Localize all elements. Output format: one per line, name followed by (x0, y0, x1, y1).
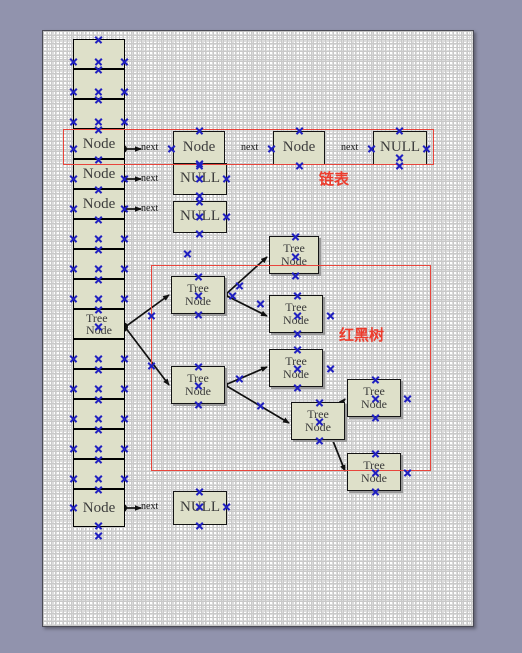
bucket-cell-5[interactable]: Node (73, 189, 125, 219)
bucket-cell-10[interactable] (73, 339, 125, 369)
bucket-cell-0[interactable] (73, 39, 125, 69)
chain1-next-label-3: next (341, 142, 359, 153)
tree-node-label: Tree Node (361, 385, 387, 410)
chain1-next-label-2: next (241, 142, 259, 153)
bucket-cell-label: Node (82, 499, 116, 516)
diagram-app: Node Node Node Tree Node Node Node Node … (0, 0, 522, 653)
tree-node-label: Tree Node (283, 355, 309, 380)
bucket-cell-6[interactable] (73, 219, 125, 249)
null-label: NULL (180, 170, 220, 187)
tree-node-lower-right-1[interactable]: Tree Node (269, 349, 323, 387)
tree-node-upper-right[interactable]: Tree Node (269, 236, 319, 274)
tree-label-line2: Node (361, 397, 387, 411)
bucket-cell-15[interactable]: Node (73, 489, 125, 527)
bucket-cell-label: Node (82, 135, 116, 152)
bucket-cell-9[interactable]: Tree Node (73, 309, 125, 339)
chain-bottom-next-label: next (141, 501, 159, 512)
tree-node-label: Tree Node (361, 459, 387, 484)
tree-label-line2: Node (305, 420, 331, 434)
null-label: NULL (180, 208, 220, 225)
tree-node-label: Tree Node (305, 408, 331, 433)
bucket-cell-4[interactable]: Node (73, 159, 125, 189)
drawing-canvas[interactable]: Node Node Node Tree Node Node Node Node … (42, 30, 474, 627)
bucket-cell-13[interactable] (73, 429, 125, 459)
tree-node-far-right-2[interactable]: Tree Node (347, 453, 401, 491)
bucket-cell-label: Tree Node (86, 312, 112, 336)
bucket-cell-11[interactable] (73, 369, 125, 399)
bucket-cell-label: Node (82, 195, 116, 212)
tree-node-root[interactable]: Tree Node (171, 276, 225, 314)
chain2-next-label: next (141, 173, 159, 184)
chain1-null[interactable]: NULL (373, 131, 427, 165)
bucket-cell-1[interactable] (73, 69, 125, 99)
tree-node-label: Tree Node (185, 282, 211, 307)
tree-annotation-label: 红黑树 (339, 327, 385, 344)
null-label: NULL (180, 499, 220, 516)
bucket-cell-8[interactable] (73, 279, 125, 309)
tree-node-mid-right[interactable]: Tree Node (269, 295, 323, 333)
tree-label-line2: Node (283, 313, 309, 327)
chain1-node-2[interactable]: Node (173, 131, 225, 165)
bucket-cell-14[interactable] (73, 459, 125, 489)
tree-label-line2: Node (283, 367, 309, 381)
chain1-next-label-1: next (141, 142, 159, 153)
tree-label-line2: Node (86, 323, 112, 337)
tree-node-label: Tree Node (185, 372, 211, 397)
tree-node-label: Tree Node (281, 242, 307, 267)
tree-label-line2: Node (185, 384, 211, 398)
chain1-node-3[interactable]: Node (273, 131, 325, 165)
chain2-null[interactable]: NULL (173, 163, 227, 195)
bucket-cell-2[interactable] (73, 99, 125, 129)
null-label: NULL (380, 139, 420, 156)
tree-label-line2: Node (185, 294, 211, 308)
node-label: Node (182, 139, 216, 156)
node-label: Node (282, 139, 316, 156)
chain-bottom-null[interactable]: NULL (173, 491, 227, 525)
tree-node-lower-right-2[interactable]: Tree Node (291, 402, 345, 440)
tree-node-far-right-1[interactable]: Tree Node (347, 379, 401, 417)
tree-label-line2: Node (361, 471, 387, 485)
tree-node-label: Tree Node (283, 301, 309, 326)
bucket-cell-3[interactable]: Node (73, 129, 125, 159)
chain3-null[interactable]: NULL (173, 201, 227, 233)
bucket-cell-label: Node (82, 165, 116, 182)
tree-label-line2: Node (281, 254, 307, 268)
linked-list-annotation-label: 链表 (319, 171, 350, 188)
chain3-next-label: next (141, 203, 159, 214)
bucket-cell-12[interactable] (73, 399, 125, 429)
tree-node-left[interactable]: Tree Node (171, 366, 225, 404)
bucket-cell-7[interactable] (73, 249, 125, 279)
